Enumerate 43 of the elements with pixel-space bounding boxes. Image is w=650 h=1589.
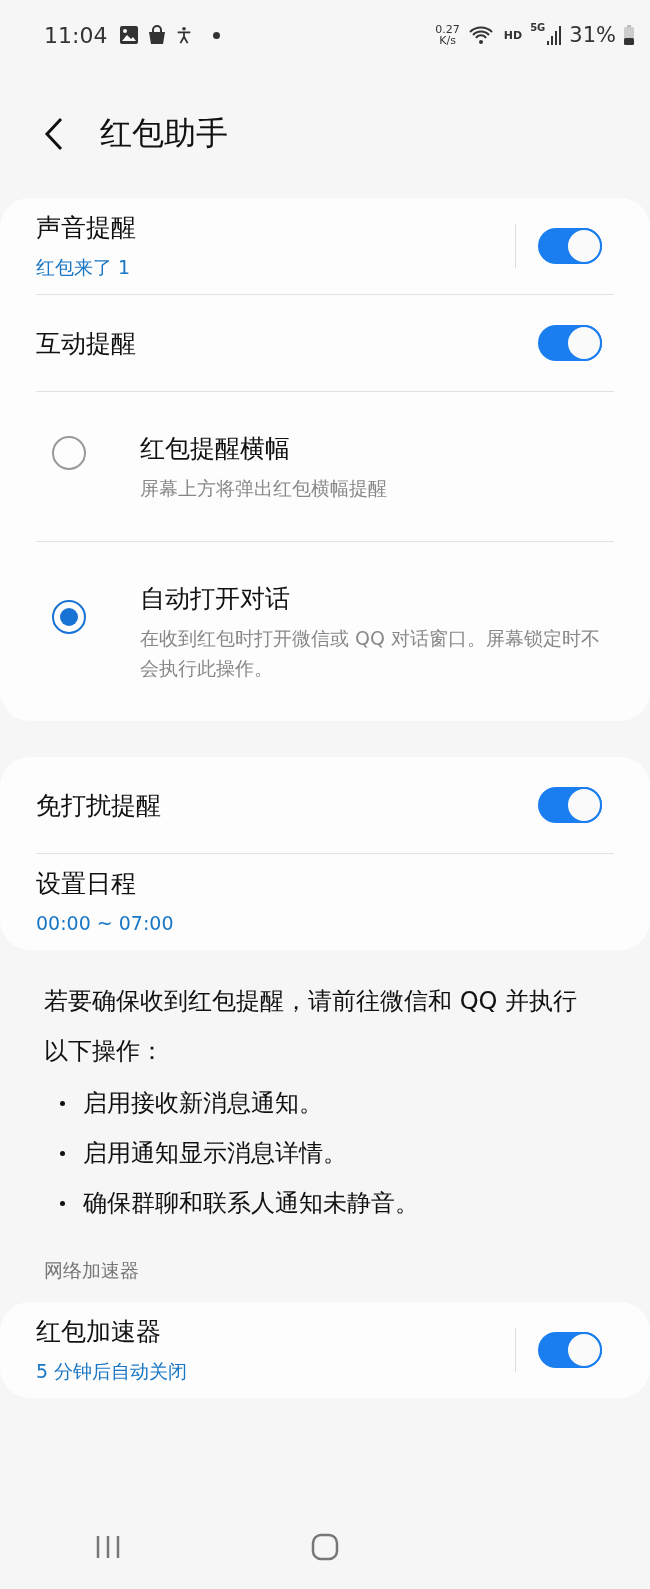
back-button[interactable] (44, 117, 64, 151)
setting-title: 设置日程 (36, 867, 137, 900)
page-title: 红包助手 (100, 113, 228, 154)
settings-row[interactable]: 红包加速器 5 分钟后自动关闭 (36, 1302, 614, 1398)
setting-subtitle: 00:00 ~ 07:00 (36, 910, 175, 936)
notification-dot-icon (213, 31, 221, 39)
setting-subtitle: 5 分钟后自动关闭 (36, 1358, 189, 1384)
setting-title: 红包加速器 (36, 1315, 162, 1348)
toggle-switch[interactable] (538, 1332, 602, 1368)
setting-title: 免打扰提醒 (36, 789, 162, 822)
radio-button[interactable] (52, 600, 86, 634)
settings-row[interactable]: 声音提醒 红包来了 1 (36, 198, 614, 294)
toggle-switch[interactable] (538, 325, 602, 361)
radio-button[interactable] (52, 436, 86, 470)
setting-subtitle: 在收到红包时打开微信或 QQ 对话窗口。屏幕锁定时不会执行此操作。 (140, 626, 601, 681)
settings-row[interactable]: 互动提醒 (36, 294, 614, 391)
bullet-item: 确保群聊和联系人通知未静音。 (44, 1178, 600, 1228)
bullet-item: 启用接收新消息通知。 (44, 1078, 600, 1128)
image-icon (119, 25, 140, 45)
setting-title: 互动提醒 (36, 327, 137, 360)
bullet-item: 启用通知显示消息详情。 (44, 1128, 600, 1178)
home-icon[interactable] (311, 1533, 339, 1561)
setting-title: 声音提醒 (36, 211, 137, 244)
network-type: 5G (530, 22, 546, 33)
settings-row[interactable]: 设置日程 00:00 ~ 07:00 (36, 853, 614, 950)
toggle-switch[interactable] (538, 787, 602, 823)
settings-row[interactable]: 免打扰提醒 (36, 757, 614, 853)
clock: 11:04 (44, 22, 108, 48)
setting-title: 红包提醒横幅 (140, 433, 291, 465)
setting-subtitle: 屏幕上方将弹出红包横幅提醒 (140, 476, 388, 501)
setting-title: 自动打开对话 (140, 583, 291, 615)
settings-row[interactable]: 红包提醒横幅 屏幕上方将弹出红包横幅提醒 (36, 391, 614, 541)
info-text: 若要确保收到红包提醒，请前往微信和 QQ 并执行以下操作： (44, 986, 579, 1067)
setting-subtitle: 红包来了 1 (36, 254, 132, 280)
signal-icon (547, 25, 562, 45)
hd-label: HD (503, 28, 523, 42)
section-header: 网络加速器 (43, 1258, 140, 1283)
toggle-switch[interactable] (538, 228, 602, 264)
network-speed: 0.27 K/s (435, 24, 460, 46)
settings-row[interactable]: 自动打开对话 在收到红包时打开微信或 QQ 对话窗口。屏幕锁定时不会执行此操作。 (36, 541, 614, 721)
shopping-bag-icon (147, 25, 168, 45)
battery-level: 31% (569, 23, 616, 47)
battery-icon (624, 25, 634, 45)
